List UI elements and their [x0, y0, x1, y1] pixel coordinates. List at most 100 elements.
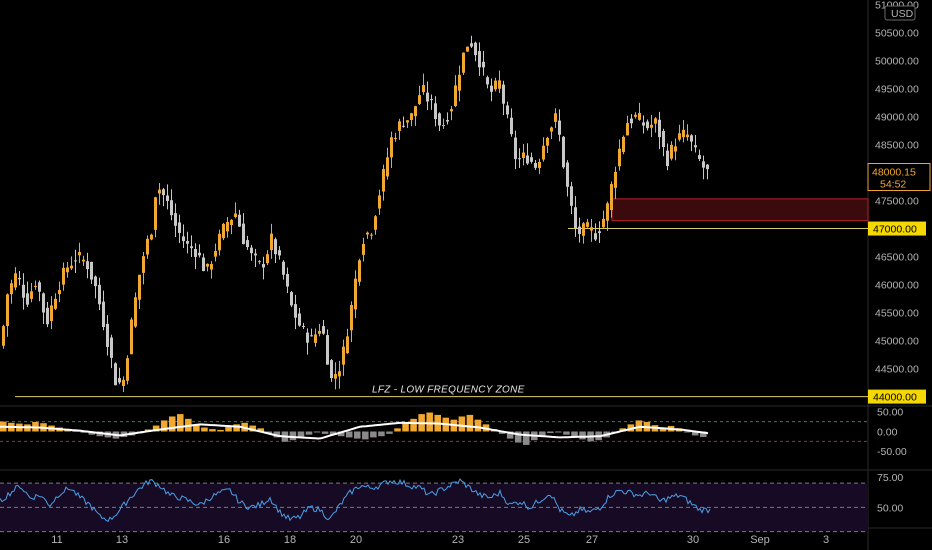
candle-body — [598, 231, 601, 233]
candle-body — [694, 145, 697, 148]
candle-body — [450, 109, 453, 112]
candle-body — [294, 304, 297, 318]
macd-bar — [426, 412, 433, 432]
candle-body — [82, 259, 85, 262]
candle-body — [170, 200, 173, 216]
candle-body — [22, 284, 25, 298]
candle-body — [438, 113, 441, 126]
candle-body — [614, 171, 617, 188]
candle-body — [502, 84, 505, 104]
candle-body — [698, 155, 701, 159]
candle-body — [282, 261, 285, 275]
candle-body — [30, 291, 33, 299]
candle-body — [590, 227, 593, 231]
candle-body — [670, 144, 673, 159]
macd-axis-label: 50.00 — [877, 407, 903, 419]
candle-body — [14, 273, 17, 288]
candle-body — [338, 371, 341, 377]
candle-body — [46, 307, 49, 325]
macd-bar — [225, 426, 232, 432]
candle-body — [214, 250, 217, 257]
macd-bar — [297, 431, 305, 438]
candle-body — [606, 203, 609, 221]
candle-body — [78, 252, 81, 256]
time-axis-label: 16 — [218, 534, 230, 546]
candle-body — [522, 152, 525, 158]
macd-bar — [305, 431, 313, 435]
candle-body — [234, 213, 237, 217]
candle-body — [474, 42, 477, 56]
candle-body — [422, 85, 425, 93]
candle-body — [306, 332, 309, 343]
candle-body — [38, 282, 41, 292]
macd-bar — [209, 429, 216, 432]
candle-body — [366, 232, 369, 235]
candle-body — [334, 374, 337, 379]
candle-body — [50, 305, 53, 322]
time-axis-label: Sep — [750, 534, 770, 546]
candle-body — [546, 137, 549, 146]
price-axis-label: 50000.00 — [875, 55, 919, 67]
candle-body — [330, 360, 333, 379]
candle-body — [318, 330, 321, 334]
candle-body — [386, 157, 389, 177]
price-axis-label: 46000.00 — [875, 280, 919, 292]
candle-body — [578, 226, 581, 234]
candle-body — [498, 80, 501, 89]
candle-body — [354, 278, 357, 310]
candle-body — [454, 85, 457, 107]
candle-body — [638, 112, 641, 120]
price-axis-label: 49500.00 — [875, 84, 919, 96]
candle-body — [26, 293, 29, 305]
candle-body — [178, 222, 181, 233]
macd-bar — [345, 431, 353, 438]
candle-body — [530, 157, 533, 162]
macd-axis-label: -50.00 — [877, 446, 907, 458]
candle-body — [106, 323, 109, 347]
candle-body — [290, 292, 293, 306]
candle-body — [118, 378, 121, 383]
candle-body — [462, 52, 465, 73]
candle-body — [426, 92, 429, 102]
candle-body — [326, 335, 329, 365]
rsi-axis-label: 50.00 — [877, 502, 903, 514]
candle-body — [362, 243, 365, 255]
candle-body — [230, 219, 233, 226]
trading-chart[interactable]: LFZ - LOW FREQUENCY ZONE51000.0050500.00… — [0, 0, 932, 550]
candle-body — [442, 124, 445, 126]
candle-body — [154, 197, 157, 230]
candle-body — [146, 238, 149, 255]
candle-body — [510, 117, 513, 135]
macd-bar — [177, 414, 184, 432]
macd-bar — [579, 431, 586, 440]
candle-body — [342, 346, 345, 365]
candle-body — [514, 137, 517, 160]
candle-body — [186, 241, 189, 244]
time-axis-label: 27 — [586, 534, 598, 546]
candle-body — [506, 105, 509, 115]
candle-body — [350, 305, 353, 331]
level-price-tag-label: 47000.00 — [873, 224, 917, 236]
candle-body — [626, 123, 629, 136]
candle-body — [278, 250, 281, 256]
candle-body — [526, 155, 529, 164]
candle-body — [266, 254, 269, 264]
candle-body — [566, 162, 569, 187]
macd-bar — [370, 431, 377, 438]
candle-body — [610, 184, 613, 211]
candle-body — [394, 137, 397, 139]
candle-body — [90, 261, 93, 280]
candle-body — [650, 124, 653, 128]
time-axis-label: 3 — [823, 534, 829, 546]
time-axis-label: 23 — [452, 534, 464, 546]
macd-bar — [289, 431, 297, 441]
candle-body — [274, 239, 277, 255]
candle-body — [174, 213, 177, 226]
macd-bar — [410, 418, 417, 432]
macd-bar — [547, 431, 554, 434]
candle-body — [62, 267, 65, 285]
candle-body — [702, 161, 705, 168]
candle-countdown: 54:52 — [880, 179, 906, 191]
candle-body — [654, 118, 657, 124]
candle-body — [646, 121, 649, 129]
